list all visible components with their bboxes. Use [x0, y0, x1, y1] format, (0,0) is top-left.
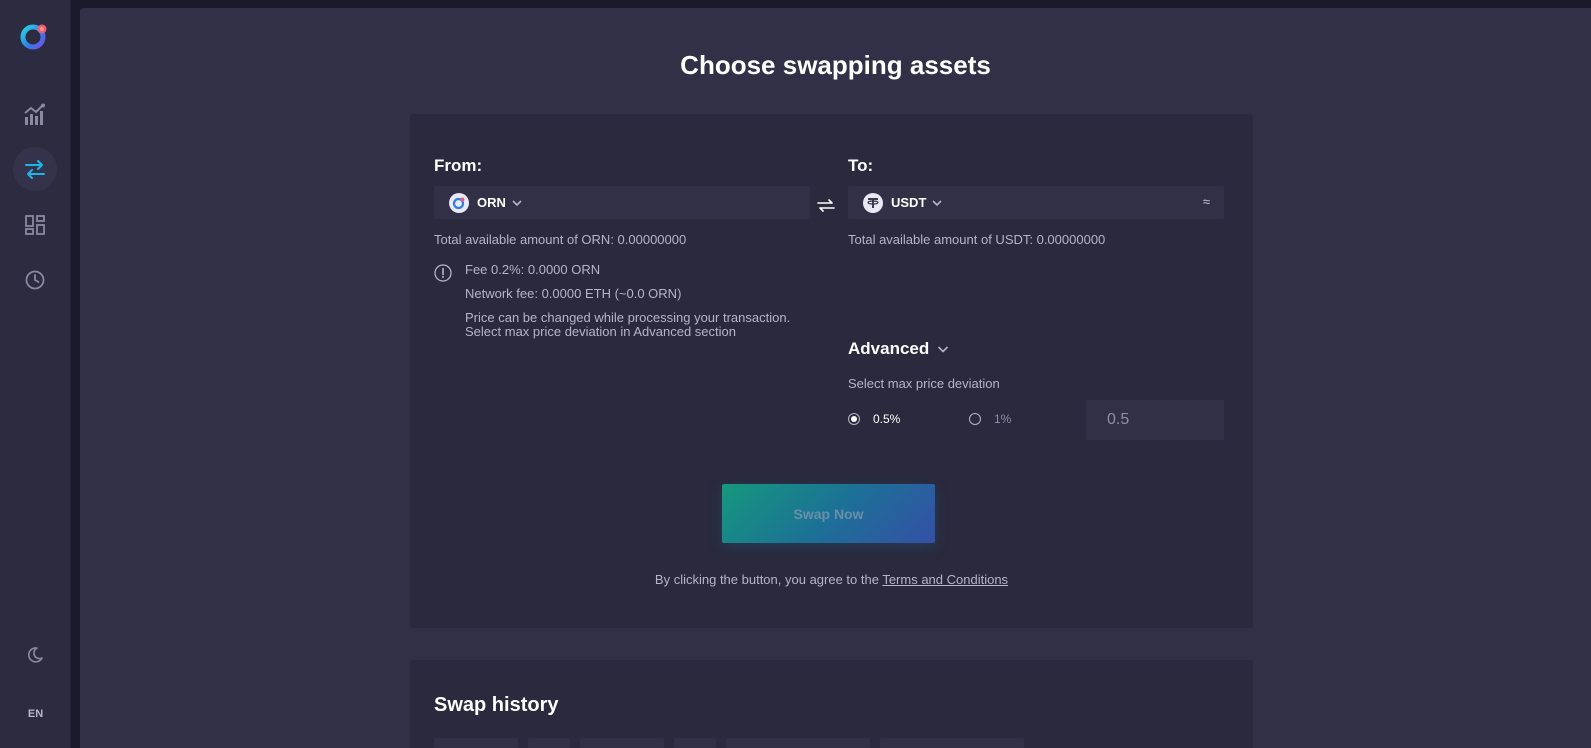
- deviation-option-1[interactable]: 1%: [969, 412, 1011, 426]
- swap-card: From: To: ORN USDT ≈ Total available amo…: [410, 114, 1253, 628]
- chevron-down-icon: [512, 199, 522, 206]
- to-available-amount: Total available amount of USDT: 0.000000…: [848, 232, 1106, 247]
- orion-logo-icon[interactable]: [18, 20, 52, 52]
- from-available-amount: Total available amount of ORN: 0.0000000…: [434, 232, 687, 247]
- history-filter[interactable]: [434, 738, 518, 748]
- main-panel: Choose swapping assets From: To: ORN USD…: [80, 8, 1591, 748]
- theme-toggle[interactable]: [13, 633, 57, 677]
- deviation-option-0-5[interactable]: 0.5%: [848, 412, 900, 426]
- swap-icon: [25, 160, 45, 179]
- history-filter[interactable]: [580, 738, 664, 748]
- to-asset-name: USDT: [891, 195, 927, 210]
- history-filter[interactable]: [880, 738, 1024, 748]
- chevron-down-icon: [932, 199, 942, 206]
- language-selector[interactable]: EN: [0, 708, 71, 720]
- price-note-line-2: Select max price deviation in Advanced s…: [465, 324, 736, 339]
- swap-history-filters: [434, 738, 1024, 748]
- chevron-down-icon: [938, 346, 949, 353]
- sidebar: EN: [0, 0, 71, 748]
- orn-coin-icon: [449, 192, 469, 213]
- history-filter[interactable]: [726, 738, 870, 748]
- chart-icon: [24, 103, 45, 125]
- network-fee-text: Network fee: 0.0000 ETH (~0.0 ORN): [465, 286, 682, 301]
- dashboard-icon: [25, 215, 45, 235]
- approx-icon[interactable]: ≈: [1203, 194, 1210, 209]
- history-filter[interactable]: [674, 738, 716, 748]
- nav-dashboard[interactable]: [13, 203, 57, 247]
- to-label: To:: [848, 156, 874, 175]
- radio-checked-icon: [848, 413, 860, 425]
- swap-now-button[interactable]: Swap Now: [722, 484, 935, 543]
- fee-text: Fee 0.2%: 0.0000 ORN: [465, 262, 601, 277]
- moon-icon: [27, 647, 43, 663]
- custom-deviation-input[interactable]: [1086, 400, 1224, 440]
- to-asset-select[interactable]: USDT ≈: [848, 186, 1224, 219]
- from-label: From:: [434, 156, 483, 175]
- advanced-toggle[interactable]: Advanced: [848, 339, 949, 359]
- swap-history-title: Swap history: [434, 694, 559, 716]
- terms-agreement-text: By clicking the button, you agree to the: [654, 572, 883, 587]
- page-title: Choose swapping assets: [680, 50, 991, 80]
- history-icon: [25, 270, 45, 290]
- history-filter[interactable]: [528, 738, 570, 748]
- price-note-line-1: Price can be changed while processing yo…: [465, 310, 791, 325]
- from-asset-select[interactable]: ORN: [434, 186, 810, 219]
- swap-history-card: Swap history: [410, 660, 1253, 748]
- advanced-subtitle: Select max price deviation: [848, 376, 1000, 391]
- nav-trade[interactable]: [13, 93, 57, 137]
- reverse-swap-button[interactable]: [815, 194, 837, 221]
- nav-swap[interactable]: [13, 147, 57, 191]
- advanced-title: Advanced: [848, 339, 930, 358]
- from-asset-name: ORN: [477, 195, 506, 210]
- terms-link[interactable]: Terms and Conditions: [882, 572, 1008, 587]
- deviation-option-0-5-label: 0.5%: [873, 412, 901, 426]
- usdt-coin-icon: [863, 192, 883, 213]
- swap-arrows-icon: [817, 199, 835, 212]
- radio-unchecked-icon: [969, 413, 981, 425]
- terms-agreement: By clicking the button, you agree to the…: [410, 572, 1253, 587]
- nav-history[interactable]: [13, 258, 57, 302]
- info-icon: [434, 264, 452, 287]
- deviation-option-1-label: 1%: [994, 412, 1012, 426]
